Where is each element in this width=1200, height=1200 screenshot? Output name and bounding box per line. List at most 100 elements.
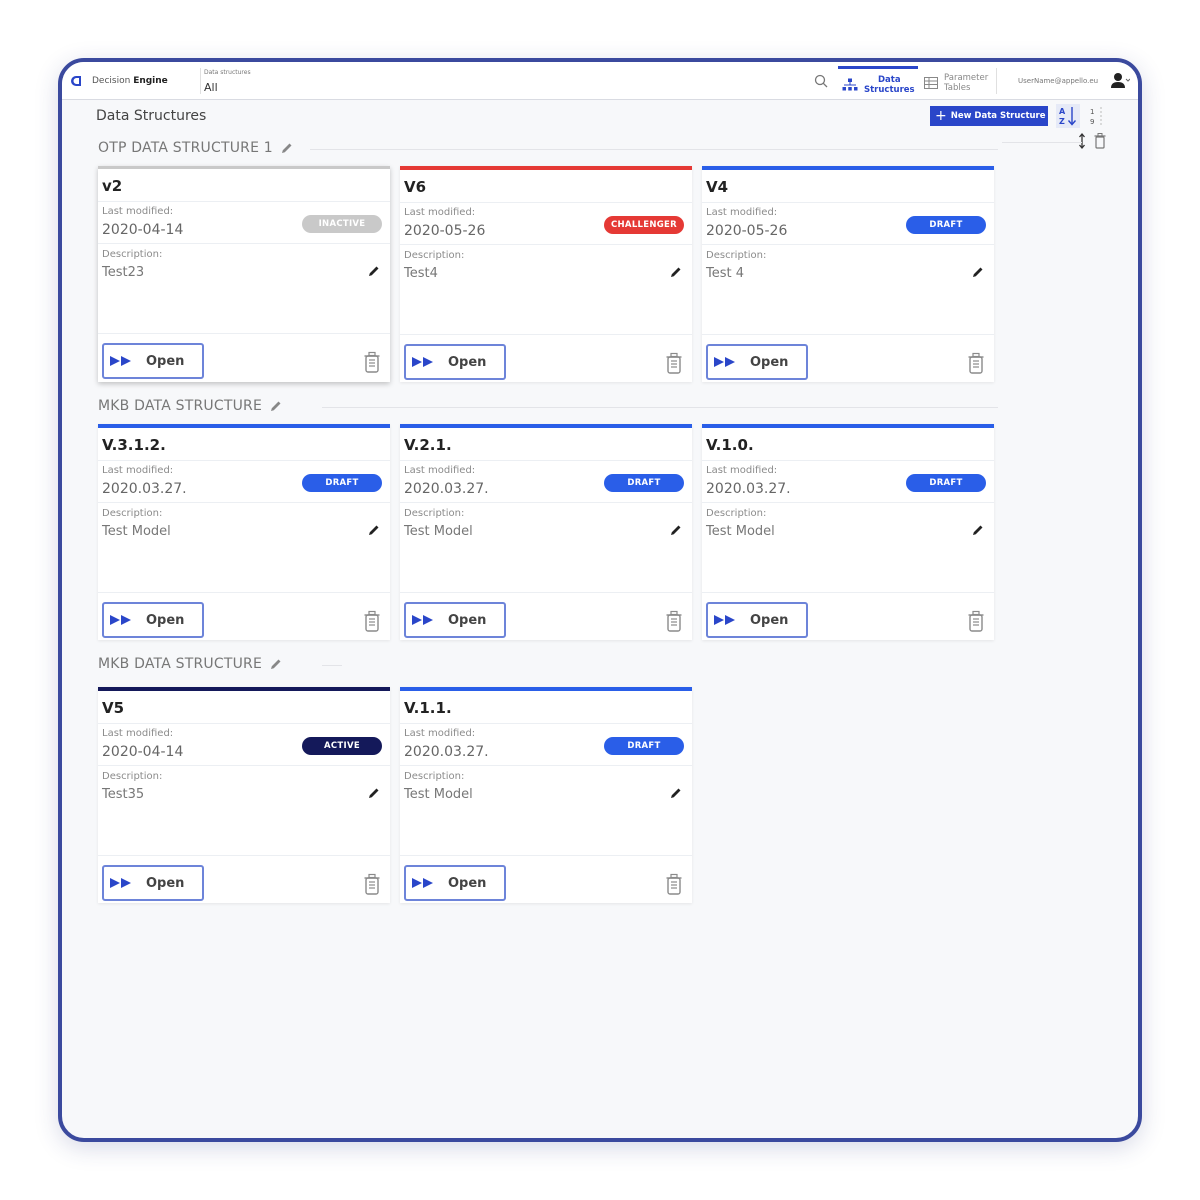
open-button[interactable]: Open xyxy=(102,343,204,379)
trash-icon[interactable] xyxy=(1094,133,1106,149)
data-structures-filter-label: Data structures xyxy=(204,69,251,76)
description-value: Test Model xyxy=(404,524,473,539)
last-modified-value: 2020-05-26 xyxy=(706,223,788,239)
fast-forward-icon xyxy=(714,357,735,367)
open-button[interactable]: Open xyxy=(102,602,204,638)
trash-icon[interactable] xyxy=(364,873,380,895)
nav-parameter-tables-line1: Parameter xyxy=(944,73,989,83)
last-modified-value: 2020-04-14 xyxy=(102,744,184,760)
card-divider xyxy=(702,592,994,593)
nav-data-structures-line1: Data xyxy=(878,74,901,85)
data-structure-card[interactable]: V4 Last modified: 2020-05-26 DRAFT Descripti… xyxy=(702,166,994,382)
description-label: Description: xyxy=(404,508,465,519)
logo-icon xyxy=(71,76,81,86)
section-divider xyxy=(322,407,998,408)
card-divider xyxy=(98,243,390,244)
sort-alphabetical-icon[interactable]: A Z xyxy=(1056,104,1080,128)
edit-pencil-icon[interactable] xyxy=(270,400,282,412)
description-label: Description: xyxy=(706,250,767,261)
search-icon[interactable] xyxy=(814,74,828,88)
card-divider xyxy=(702,202,994,203)
open-button-label: Open xyxy=(750,354,789,370)
edit-pencil-icon[interactable] xyxy=(670,787,682,799)
open-button-label: Open xyxy=(146,353,185,369)
edit-pencil-icon[interactable] xyxy=(281,142,293,154)
nav-parameter-tables[interactable]: Parameter Tables xyxy=(920,66,992,100)
data-structure-card[interactable]: V5 Last modified: 2020-04-14 ACTIVE Descript… xyxy=(98,687,390,903)
card-divider xyxy=(400,460,692,461)
edit-pencil-icon[interactable] xyxy=(972,524,984,536)
user-avatar-icon[interactable] xyxy=(1110,71,1130,91)
nav-data-structures[interactable]: Data Structures xyxy=(838,66,918,100)
last-modified-label: Last modified: xyxy=(404,207,476,218)
sort-numeric-icon[interactable]: 1 9 xyxy=(1086,104,1106,128)
plus-icon: + xyxy=(935,108,947,124)
trash-icon[interactable] xyxy=(666,610,682,632)
divider xyxy=(996,68,997,94)
data-structure-card[interactable]: V.1.0. Last modified: 2020.03.27. DRAFT Desc… xyxy=(702,424,994,640)
description-value: Test Model xyxy=(404,787,473,802)
data-structure-card[interactable]: V6 Last modified: 2020-05-26 CHALLENGER Desc… xyxy=(400,166,692,382)
data-structure-card[interactable]: v2 Last modified: 2020-04-14 INACTIVE Descri… xyxy=(98,166,390,382)
open-button-label: Open xyxy=(448,612,487,628)
nav-data-structures-line2: Structures xyxy=(864,84,915,95)
open-button[interactable]: Open xyxy=(706,344,808,380)
open-button[interactable]: Open xyxy=(404,865,506,901)
open-button-label: Open xyxy=(448,354,487,370)
open-button-label: Open xyxy=(448,875,487,891)
card-title: V.2.1. xyxy=(404,436,452,454)
card-divider xyxy=(98,460,390,461)
section-divider xyxy=(1002,142,1082,143)
open-button-label: Open xyxy=(146,612,185,628)
svg-text:9: 9 xyxy=(1090,118,1094,126)
trash-icon[interactable] xyxy=(968,352,984,374)
data-structures-filter-select[interactable]: All xyxy=(204,81,218,94)
data-structure-card[interactable]: V.1.1. Last modified: 2020.03.27. DRAFT Desc… xyxy=(400,687,692,903)
edit-pencil-icon[interactable] xyxy=(368,265,380,277)
card-divider xyxy=(400,723,692,724)
description-value: Test4 xyxy=(404,266,438,281)
trash-icon[interactable] xyxy=(968,610,984,632)
last-modified-label: Last modified: xyxy=(404,728,476,739)
edit-pencil-icon[interactable] xyxy=(670,524,682,536)
fast-forward-icon xyxy=(412,615,433,625)
last-modified-value: 2020.03.27. xyxy=(404,744,489,760)
section-title: OTP DATA STRUCTURE 1 xyxy=(98,140,293,156)
section-divider xyxy=(310,149,998,150)
hierarchy-icon xyxy=(842,78,858,90)
card-divider xyxy=(98,333,390,334)
description-label: Description: xyxy=(706,508,767,519)
card-divider xyxy=(400,202,692,203)
edit-pencil-icon[interactable] xyxy=(270,658,282,670)
trash-icon[interactable] xyxy=(666,873,682,895)
edit-pencil-icon[interactable] xyxy=(368,787,380,799)
open-button[interactable]: Open xyxy=(706,602,808,638)
last-modified-label: Last modified: xyxy=(102,206,174,217)
open-button[interactable]: Open xyxy=(404,344,506,380)
data-structure-card[interactable]: V.2.1. Last modified: 2020.03.27. DRAFT Desc… xyxy=(400,424,692,640)
last-modified-label: Last modified: xyxy=(706,207,778,218)
card-title: V4 xyxy=(706,178,729,196)
edit-pencil-icon[interactable] xyxy=(670,266,682,278)
trash-icon[interactable] xyxy=(666,352,682,374)
edit-pencil-icon[interactable] xyxy=(972,266,984,278)
description-label: Description: xyxy=(102,508,163,519)
last-modified-value: 2020-05-26 xyxy=(404,223,486,239)
card-divider xyxy=(98,723,390,724)
trash-icon[interactable] xyxy=(364,351,380,373)
section-name: MKB DATA STRUCTURE xyxy=(98,656,262,672)
card-title: V6 xyxy=(404,178,427,196)
open-button[interactable]: Open xyxy=(404,602,506,638)
new-data-structure-button[interactable]: + New Data Structure xyxy=(930,106,1048,126)
card-divider xyxy=(98,855,390,856)
trash-icon[interactable] xyxy=(364,610,380,632)
last-modified-label: Last modified: xyxy=(404,465,476,476)
new-data-structure-label: New Data Structure xyxy=(950,111,1046,121)
data-structure-card[interactable]: V.3.1.2. Last modified: 2020.03.27. DRAFT De… xyxy=(98,424,390,640)
move-vertical-icon[interactable] xyxy=(1079,132,1085,150)
user-name[interactable]: UserName@appello.eu xyxy=(1018,77,1098,85)
card-title: V.1.0. xyxy=(706,436,754,454)
open-button[interactable]: Open xyxy=(102,865,204,901)
description-label: Description: xyxy=(404,771,465,782)
edit-pencil-icon[interactable] xyxy=(368,524,380,536)
